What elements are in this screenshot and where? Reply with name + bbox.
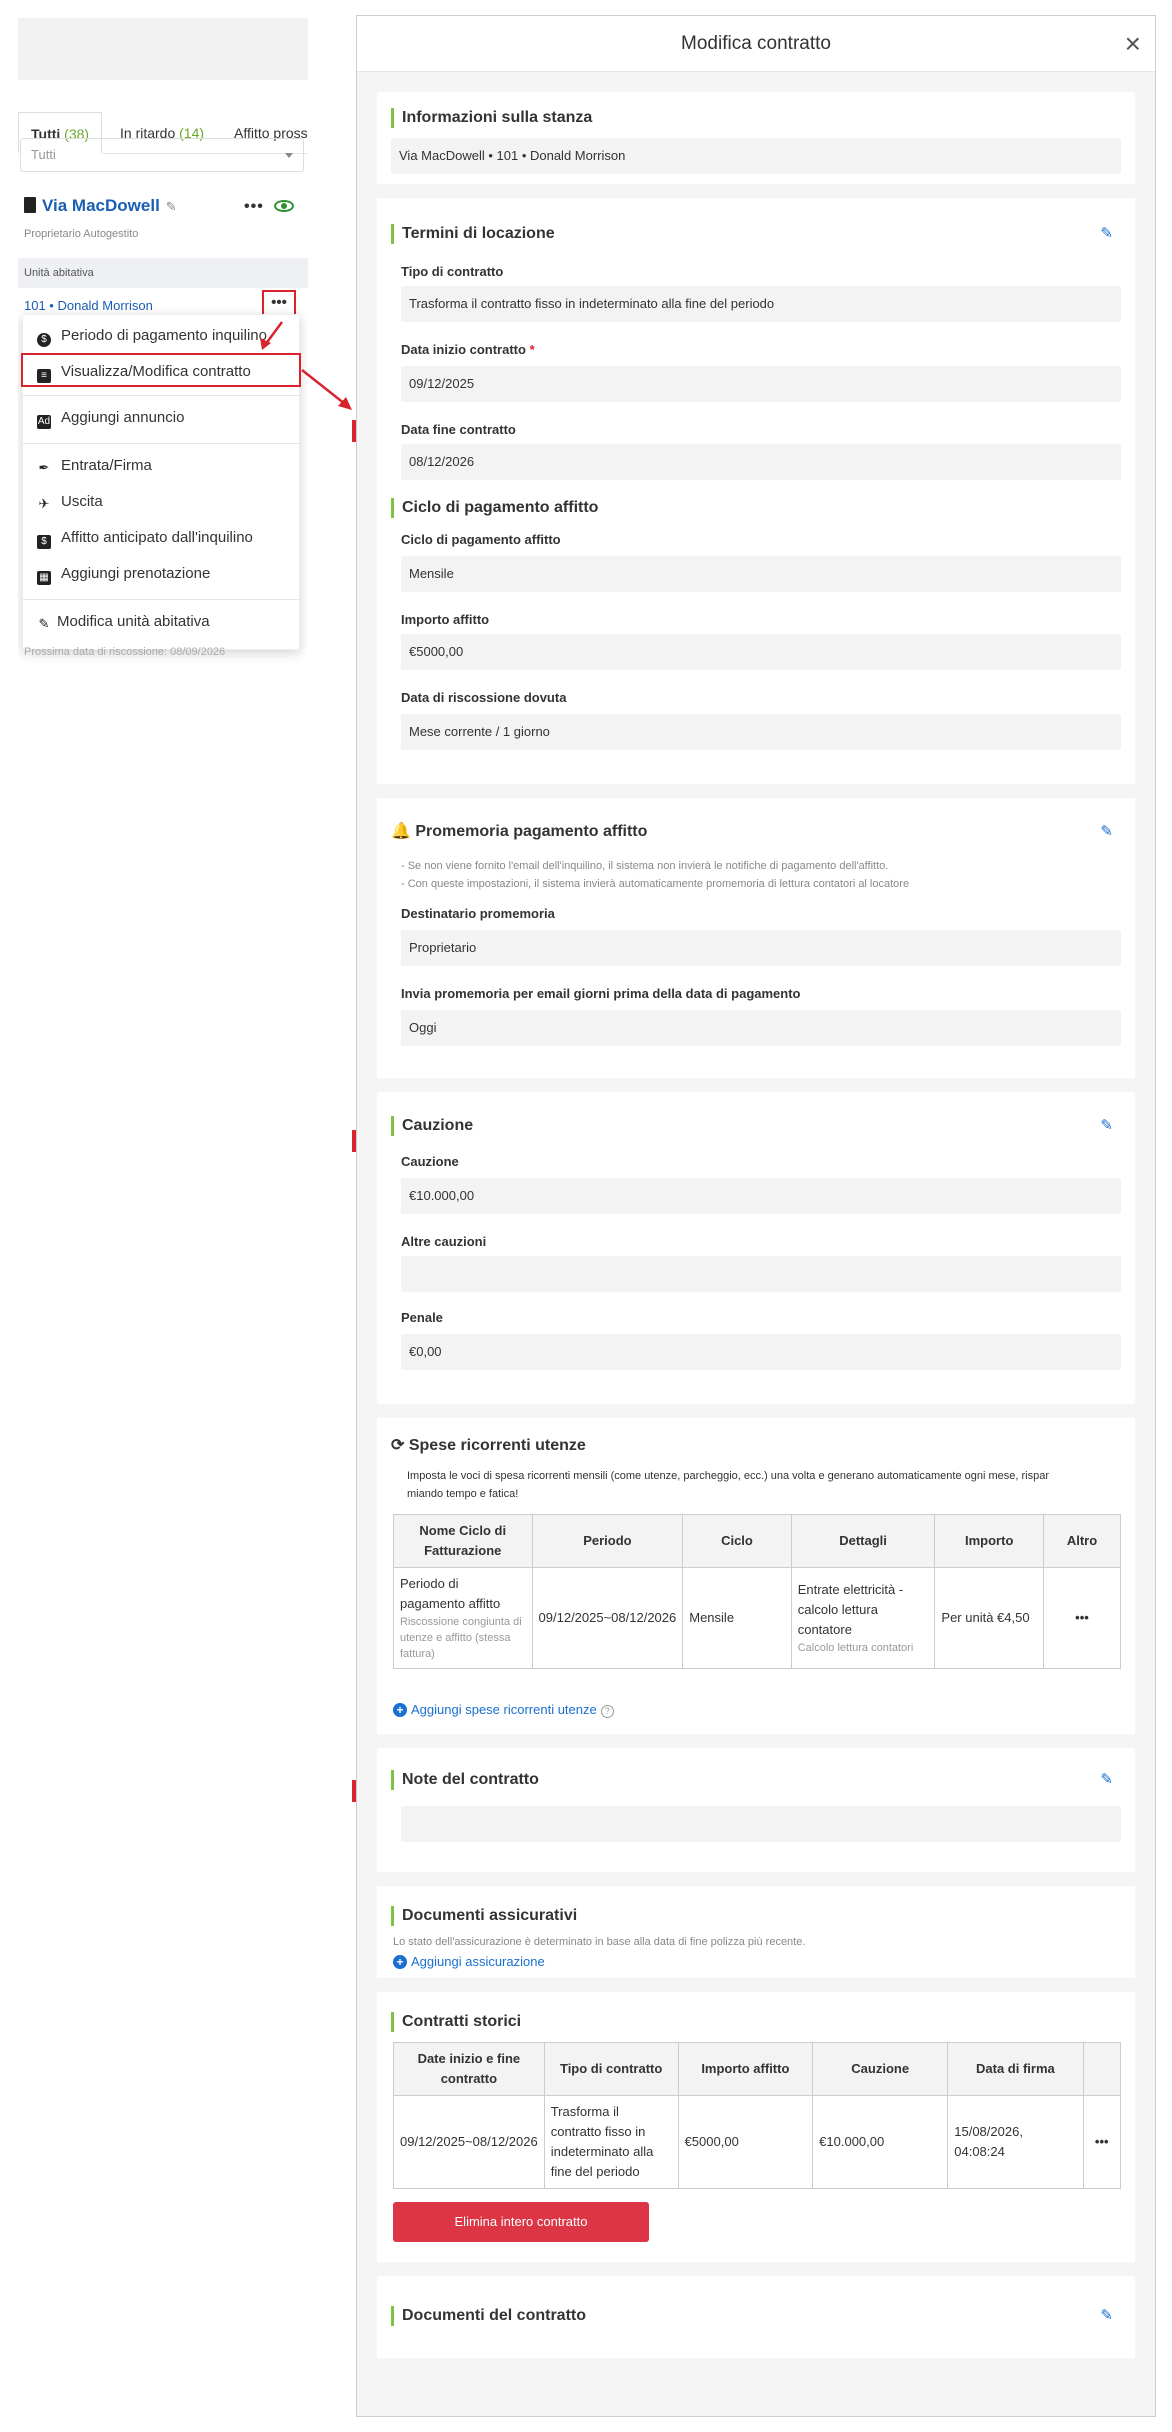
recipient-label: Destinatario promemoria: [401, 906, 555, 921]
room-info-card: Informazioni sulla stanza Via MacDowell …: [377, 92, 1135, 184]
deposit-field[interactable]: €10.000,00: [401, 1178, 1121, 1214]
table-cell: €10.000,00: [812, 2095, 949, 2189]
recipient-field[interactable]: Proprietario: [401, 930, 1121, 966]
section-title: Ciclo di pagamento affitto: [391, 498, 598, 518]
edit-contract-modal: Modifica contratto × Informazioni sulla …: [356, 15, 1156, 2417]
section-title: Informazioni sulla stanza: [391, 108, 592, 128]
table-header-row: Date inizio e fine contratto Tipo di con…: [393, 2042, 1122, 2096]
insurance-card: Documenti assicurativi Lo stato dell'ass…: [377, 1886, 1135, 1978]
cycle-label: Ciclo di pagamento affitto: [401, 532, 561, 547]
table-cell: Entrate elettricità - calcolo lettura co…: [790, 1567, 936, 1669]
edit-icon[interactable]: ✎: [1100, 1770, 1113, 1788]
bell-icon: 🔔: [391, 823, 411, 840]
table-header-row: Nome Ciclo di Fatturazione Periodo Ciclo…: [393, 1514, 1122, 1568]
close-icon[interactable]: ×: [1125, 26, 1141, 62]
reminder-days-field[interactable]: Oggi: [401, 1010, 1121, 1046]
contract-documents-card: Documenti del contratto ✎: [377, 2276, 1135, 2358]
contract-type-label: Tipo di contratto: [401, 264, 504, 279]
contract-notes-card: Note del contratto ✎: [377, 1748, 1135, 1872]
reminder-hint: - Con queste impostazioni, il sistema in…: [401, 878, 910, 890]
edit-icon[interactable]: ✎: [1100, 1116, 1113, 1134]
column-header: Importo affitto: [677, 2042, 814, 2096]
rent-amount-field[interactable]: €5000,00: [401, 634, 1121, 670]
contract-history-card: Contratti storici Date inizio e fine con…: [377, 1992, 1135, 2262]
column-header: Dettagli: [790, 1514, 936, 1568]
history-table: Date inizio e fine contratto Tipo di con…: [393, 2042, 1122, 2189]
arrow-line: [301, 369, 346, 405]
plus-icon: +: [393, 1955, 407, 1969]
utilities-desc: miando tempo e fatica!: [407, 1488, 519, 1500]
column-header: Data di firma: [947, 2042, 1084, 2096]
table-cell: Per unità €4,50: [934, 1567, 1044, 1669]
deposit-card: Cauzione ✎ Cauzione €10.000,00 Altre cau…: [377, 1092, 1135, 1404]
recurring-utilities-card: ⟳ Spese ricorrenti utenze Imposta le voc…: [377, 1418, 1135, 1734]
due-date-label: Data di riscossione dovuta: [401, 690, 567, 705]
start-date-field[interactable]: 09/12/2025: [401, 366, 1121, 402]
column-header: Nome Ciclo di Fatturazione: [393, 1514, 533, 1568]
row-more-button[interactable]: •••: [1042, 1567, 1122, 1669]
table-row: Periodo di pagamento affitto Riscossione …: [393, 1567, 1122, 1669]
add-insurance-link[interactable]: + Aggiungi assicurazione: [393, 1954, 545, 1969]
section-title: 🔔 Promemoria pagamento affitto: [391, 823, 648, 840]
lease-terms-card: Termini di locazione ✎ Tipo di contratto…: [377, 198, 1135, 784]
section-title: ⟳ Spese ricorrenti utenze: [391, 1437, 586, 1454]
utilities-table: Nome Ciclo di Fatturazione Periodo Ciclo…: [393, 1514, 1122, 1669]
table-cell: 15/08/2026, 04:08:24: [947, 2095, 1084, 2189]
utilities-desc: Imposta le voci di spesa ricorrenti mens…: [407, 1470, 1049, 1482]
due-date-field[interactable]: Mese corrente / 1 giorno: [401, 714, 1121, 750]
rent-amount-label: Importo affitto: [401, 612, 490, 627]
table-cell: Periodo di pagamento affitto Riscossione …: [393, 1567, 533, 1669]
deposit-label: Cauzione: [401, 1154, 459, 1169]
column-header: Importo: [934, 1514, 1044, 1568]
end-date-label: Data fine contratto: [401, 422, 516, 437]
row-more-button[interactable]: •••: [1082, 2095, 1122, 2189]
refresh-icon: ⟳: [391, 1437, 405, 1454]
cycle-field[interactable]: Mensile: [401, 556, 1121, 592]
column-header: Altro: [1042, 1514, 1122, 1568]
column-header: Date inizio e fine contratto: [393, 2042, 545, 2096]
penalty-field[interactable]: €0,00: [401, 1334, 1121, 1370]
edit-icon[interactable]: ✎: [1100, 2306, 1113, 2324]
notes-field[interactable]: [401, 1806, 1121, 1842]
table-cell: Mensile: [682, 1567, 792, 1669]
insurance-hint: Lo stato dell'assicurazione è determinat…: [393, 1936, 806, 1948]
penalty-label: Penale: [401, 1310, 443, 1325]
column-header: Cauzione: [812, 2042, 949, 2096]
edit-icon[interactable]: ✎: [1100, 822, 1113, 840]
column-header: Ciclo: [682, 1514, 792, 1568]
section-title: Contratti storici: [391, 2012, 521, 2032]
table-cell: Trasforma il contratto fisso in indeterm…: [543, 2095, 679, 2189]
column-header: [1082, 2042, 1122, 2096]
modal-title: Modifica contratto: [681, 33, 831, 54]
rent-reminder-card: 🔔 Promemoria pagamento affitto ✎ - Se no…: [377, 798, 1135, 1078]
room-info-field: Via MacDowell • 101 • Donald Morrison: [391, 138, 1121, 174]
other-deposits-field[interactable]: [401, 1256, 1121, 1292]
modal-header: Modifica contratto ×: [357, 16, 1155, 72]
delete-contract-button[interactable]: Elimina intero contratto: [393, 2202, 649, 2242]
column-header: Periodo: [531, 1514, 684, 1568]
add-utility-link[interactable]: + Aggiungi spese ricorrenti utenze?: [393, 1702, 614, 1718]
section-title: Cauzione: [391, 1116, 473, 1136]
plus-icon: +: [393, 1703, 407, 1717]
reminder-hint: - Se non viene fornito l'email dell'inqu…: [401, 860, 889, 872]
table-cell: €5000,00: [677, 2095, 814, 2189]
contract-type-field[interactable]: Trasforma il contratto fisso in indeterm…: [401, 286, 1121, 322]
help-icon[interactable]: ?: [600, 1705, 614, 1718]
section-title: Documenti assicurativi: [391, 1906, 577, 1926]
table-cell: 09/12/2025~08/12/2026: [393, 2095, 545, 2189]
column-header: Tipo di contratto: [543, 2042, 679, 2096]
end-date-field[interactable]: 08/12/2026: [401, 444, 1121, 480]
section-title: Termini di locazione: [391, 224, 555, 244]
table-cell: 09/12/2025~08/12/2026: [531, 1567, 684, 1669]
other-deposits-label: Altre cauzioni: [401, 1234, 487, 1249]
edit-icon[interactable]: ✎: [1100, 224, 1113, 242]
screen: Tutti (38) In ritardo (14) Affitto pross…: [0, 0, 1172, 2432]
reminder-days-label: Invia promemoria per email giorni prima …: [401, 986, 801, 1001]
section-title: Documenti del contratto: [391, 2306, 586, 2326]
start-date-label: Data inizio contratto *: [401, 342, 535, 357]
section-title: Note del contratto: [391, 1770, 539, 1790]
table-row: 09/12/2025~08/12/2026 Trasforma il contr…: [393, 2095, 1122, 2189]
